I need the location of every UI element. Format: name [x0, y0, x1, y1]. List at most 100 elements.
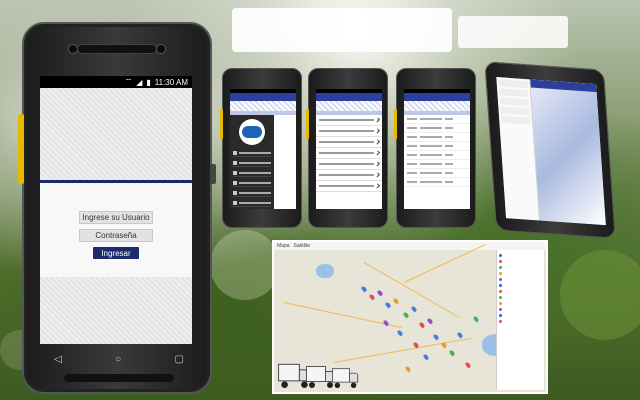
side-grip: [394, 109, 397, 139]
login-form: Ingrese su Usuario Contraseña Ingresar: [40, 183, 192, 277]
map-pin[interactable]: [432, 333, 440, 341]
list-item[interactable]: [316, 159, 382, 170]
menu-item[interactable]: [233, 159, 271, 167]
header-pattern: [230, 101, 296, 111]
menu-item[interactable]: [233, 169, 271, 177]
menu-screen: [230, 89, 296, 209]
back-icon[interactable]: ◁: [54, 354, 62, 365]
company-logo: [239, 119, 265, 145]
table-row[interactable]: [404, 124, 470, 133]
chevron-right-icon: [375, 128, 380, 134]
side-grip: [220, 109, 223, 139]
side-grip: [18, 114, 24, 184]
app-bar: [316, 93, 382, 101]
map-pin[interactable]: [426, 317, 434, 325]
sensor-icon: [156, 44, 166, 54]
menu-item[interactable]: [233, 189, 271, 197]
chevron-right-icon: [375, 150, 380, 156]
wifi-icon: ⌔: [124, 77, 133, 86]
list-item[interactable]: [316, 148, 382, 159]
map-pin[interactable]: [456, 331, 464, 339]
header-pattern: [404, 101, 470, 111]
header-banner-secondary: [458, 16, 568, 48]
menu-item[interactable]: [498, 79, 528, 89]
map-pin[interactable]: [360, 285, 368, 293]
menu-item[interactable]: [499, 88, 529, 98]
list-item[interactable]: [316, 170, 382, 181]
table-row[interactable]: [404, 142, 470, 151]
home-icon[interactable]: ○: [115, 354, 121, 365]
map-pin[interactable]: [464, 361, 472, 369]
signal-icon: ◢: [136, 77, 143, 87]
menu-phone: [220, 68, 302, 228]
tracking-map[interactable]: Mapa Satélite: [272, 240, 548, 394]
tablet-phone: [484, 61, 616, 239]
map-pin[interactable]: [384, 301, 392, 309]
list-item[interactable]: [316, 126, 382, 137]
android-nav-bar: ◁ ○ ▢: [54, 352, 184, 366]
chevron-right-icon: [375, 161, 380, 167]
products-screen: [404, 89, 470, 209]
header-banner: [232, 8, 452, 52]
map-pin[interactable]: [448, 349, 456, 357]
satellite-tab[interactable]: Satélite: [294, 243, 311, 249]
map-pin[interactable]: [396, 329, 404, 337]
map-pin[interactable]: [410, 305, 418, 313]
table-row[interactable]: [404, 178, 470, 187]
table-row[interactable]: [404, 160, 470, 169]
menu-item[interactable]: [233, 179, 271, 187]
table-row[interactable]: [404, 115, 470, 124]
list-item[interactable]: [316, 137, 382, 148]
lake: [316, 264, 334, 278]
background-bokeh: [210, 230, 280, 300]
username-input[interactable]: Ingrese su Usuario: [79, 211, 153, 224]
menu-item[interactable]: [499, 97, 530, 107]
chevron-right-icon: [375, 117, 380, 123]
chevron-right-icon: [375, 183, 380, 189]
products-phone: [394, 68, 476, 228]
menu-item[interactable]: [500, 115, 531, 125]
speaker-grille: [77, 44, 157, 54]
map-pin[interactable]: [418, 321, 426, 329]
side-grip: [306, 109, 309, 139]
app-bar: [230, 93, 296, 101]
delivery-trucks-illustration: [278, 354, 362, 388]
side-menu: [230, 115, 274, 209]
login-phone: ⌔ ◢ ▮ 11:30 AM Ingrese su Usuario Contra…: [18, 22, 216, 394]
background-bokeh: [560, 250, 640, 340]
map-tab[interactable]: Mapa: [277, 243, 290, 249]
list-item[interactable]: [316, 181, 382, 192]
map-pin[interactable]: [376, 289, 384, 297]
table-row[interactable]: [404, 133, 470, 142]
map-pin[interactable]: [404, 365, 412, 373]
login-screen: ⌔ ◢ ▮ 11:30 AM Ingrese su Usuario Contra…: [40, 76, 192, 344]
menu-item[interactable]: [233, 149, 271, 157]
password-input[interactable]: Contraseña: [79, 229, 153, 242]
table-row[interactable]: [404, 169, 470, 178]
login-button[interactable]: Ingresar: [93, 247, 139, 259]
map-pin[interactable]: [472, 315, 480, 323]
map-pin[interactable]: [368, 293, 376, 301]
map-pin[interactable]: [392, 297, 400, 305]
truck-icon: [332, 368, 359, 388]
battery-icon: ▮: [146, 77, 151, 87]
table-row[interactable]: [404, 151, 470, 160]
map-pin[interactable]: [422, 353, 430, 361]
legend-item[interactable]: [499, 318, 542, 324]
clients-screen: [316, 89, 382, 209]
map-pin[interactable]: [382, 319, 390, 327]
app-bar: [404, 93, 470, 101]
map-legend: [496, 250, 544, 390]
recents-icon[interactable]: ▢: [175, 354, 184, 365]
brand-artwork: [530, 79, 606, 226]
clients-phone: [306, 68, 388, 228]
map-pin[interactable]: [402, 311, 410, 319]
tilted-screen: [496, 77, 606, 226]
login-header-pattern: [40, 88, 192, 180]
menu-item[interactable]: [233, 199, 271, 207]
menu-item[interactable]: [500, 106, 530, 116]
side-button[interactable]: [210, 164, 216, 184]
phone-chin: [64, 374, 174, 382]
status-bar: ⌔ ◢ ▮ 11:30 AM: [40, 76, 192, 88]
list-item[interactable]: [316, 115, 382, 126]
